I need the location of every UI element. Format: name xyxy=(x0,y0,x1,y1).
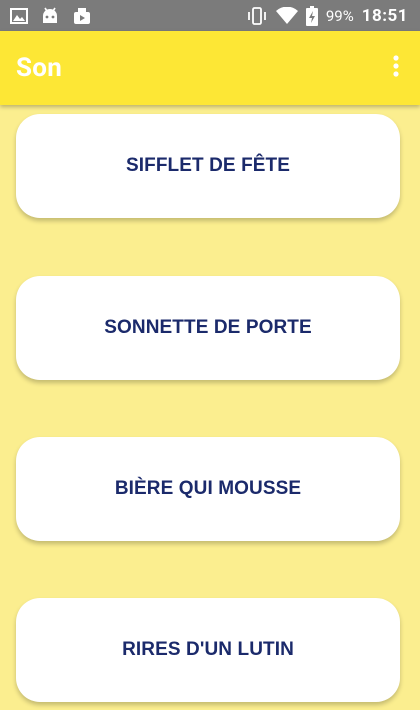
sound-button-doorbell[interactable]: SONNETTE DE PORTE xyxy=(16,276,400,380)
system-status: 99% 18:51 xyxy=(246,5,420,26)
status-bar: 99% 18:51 xyxy=(0,0,420,31)
android-icon xyxy=(40,7,60,25)
image-icon xyxy=(10,7,28,24)
overflow-menu-icon xyxy=(393,55,399,81)
sound-label: SONNETTE DE PORTE xyxy=(104,317,312,338)
sound-button-foaming-beer[interactable]: BIÈRE QUI MOUSSE xyxy=(16,437,400,541)
wifi-icon xyxy=(275,6,298,25)
sound-button-elf-laugh[interactable]: RIRES D'UN LUTIN xyxy=(16,598,400,702)
battery-percentage: 99% xyxy=(325,6,354,25)
overflow-menu-button[interactable] xyxy=(376,40,416,96)
sound-label: BIÈRE QUI MOUSSE xyxy=(114,478,302,499)
sound-list: SIFFLET DE FÊTE SONNETTE DE PORTE BIÈRE … xyxy=(0,0,420,710)
app-bar: Son xyxy=(0,31,420,105)
sound-button-party-whistle[interactable]: SIFFLET DE FÊTE xyxy=(16,114,400,218)
notification-icons xyxy=(0,7,92,25)
battery-icon xyxy=(305,5,318,26)
page-title: Son xyxy=(16,53,63,83)
sound-label: SIFFLET DE FÊTE xyxy=(125,155,291,176)
vibrate-icon xyxy=(246,6,268,25)
sound-label: RIRES D'UN LUTIN xyxy=(122,639,294,660)
media-icon xyxy=(72,7,92,25)
clock: 18:51 xyxy=(361,5,408,26)
